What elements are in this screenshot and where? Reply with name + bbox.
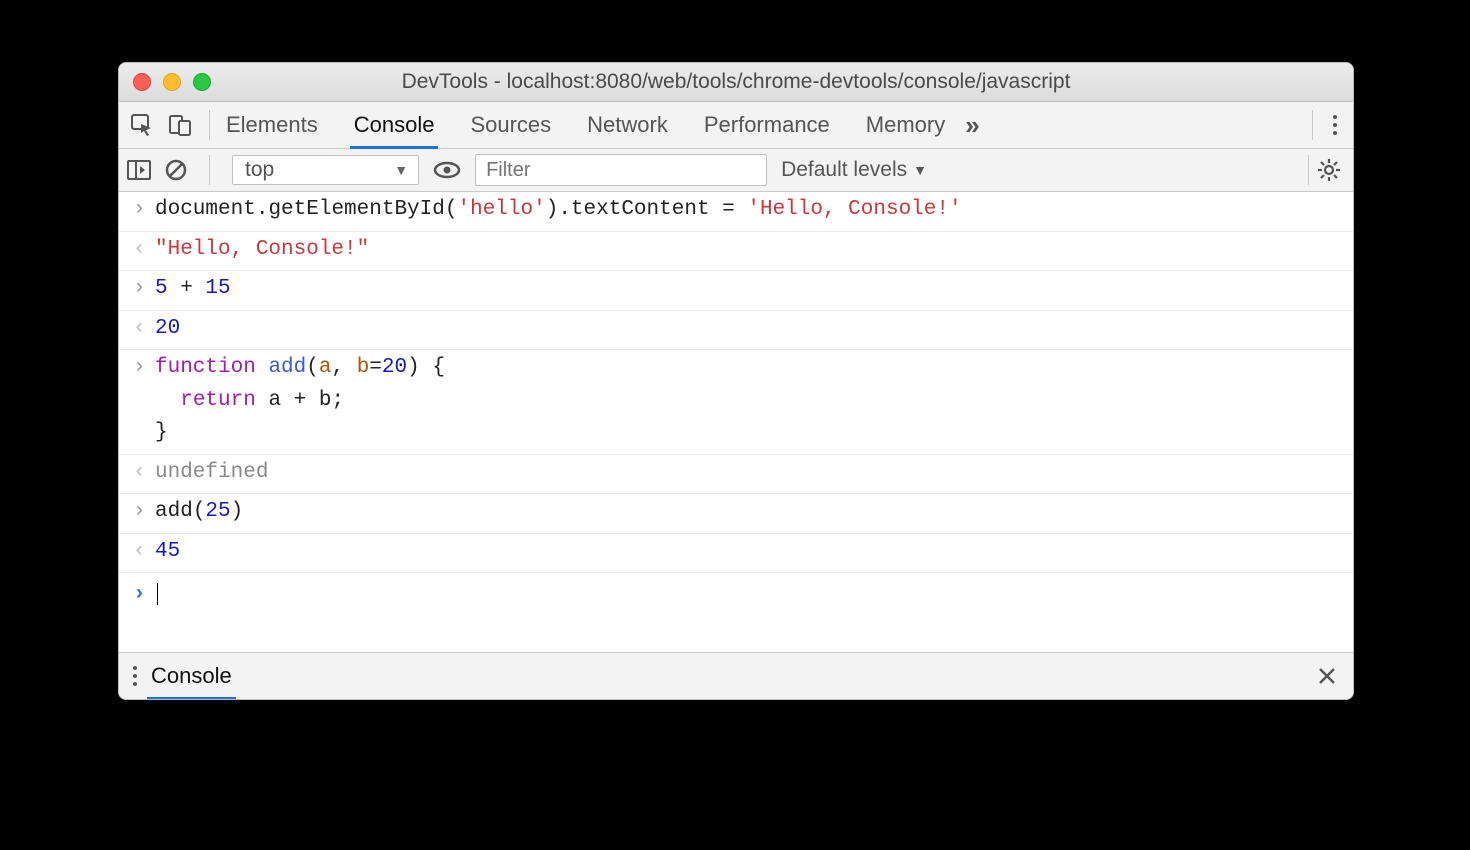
minimize-window-button[interactable] bbox=[163, 73, 181, 91]
tab-elements[interactable]: Elements bbox=[226, 102, 318, 148]
console-output-row: ‹20 bbox=[119, 311, 1353, 351]
zoom-window-button[interactable] bbox=[193, 73, 211, 91]
more-options-button[interactable] bbox=[1329, 111, 1341, 139]
tabs-overflow-button[interactable]: » bbox=[965, 110, 979, 141]
output-marker-icon: ‹ bbox=[133, 457, 155, 490]
console-input-row: ›document.getElementById('hello').textCo… bbox=[119, 192, 1353, 232]
close-drawer-icon[interactable] bbox=[1317, 666, 1343, 686]
code-content: 45 bbox=[155, 536, 180, 569]
divider bbox=[1312, 110, 1313, 140]
tab-label: Elements bbox=[226, 112, 318, 138]
console-output[interactable]: ›document.getElementById('hello').textCo… bbox=[119, 192, 1353, 652]
code-content: "Hello, Console!" bbox=[155, 234, 369, 267]
log-levels-label: Default levels bbox=[781, 158, 907, 182]
inspect-element-icon[interactable] bbox=[131, 114, 155, 136]
output-marker-icon: ‹ bbox=[133, 313, 155, 346]
prompt-marker-icon: › bbox=[133, 579, 155, 612]
console-output-row: ‹undefined bbox=[119, 455, 1353, 495]
device-toolbar-icon[interactable] bbox=[169, 114, 191, 136]
input-marker-icon: › bbox=[133, 496, 155, 529]
devtools-window: DevTools - localhost:8080/web/tools/chro… bbox=[118, 62, 1354, 700]
console-output-row: ‹"Hello, Console!" bbox=[119, 232, 1353, 272]
text-cursor bbox=[157, 583, 158, 605]
divider bbox=[209, 110, 210, 140]
console-prompt[interactable]: › bbox=[119, 573, 1353, 652]
drawer: Console bbox=[119, 652, 1353, 699]
dropdown-triangle-icon: ▼ bbox=[913, 162, 927, 178]
console-toolbar: top ▼ Default levels ▼ bbox=[119, 149, 1353, 192]
filter-input[interactable] bbox=[475, 154, 767, 186]
output-marker-icon: ‹ bbox=[133, 234, 155, 267]
tab-console[interactable]: Console bbox=[354, 102, 435, 148]
console-output-row: ‹45 bbox=[119, 534, 1353, 574]
close-window-button[interactable] bbox=[133, 73, 151, 91]
tab-label: Performance bbox=[704, 112, 830, 138]
code-content: undefined bbox=[155, 457, 268, 490]
main-tabbar: Elements Console Sources Network Performance… bbox=[119, 102, 1353, 149]
drawer-tab-console[interactable]: Console bbox=[151, 653, 232, 699]
console-input-row: ›add(25) bbox=[119, 494, 1353, 534]
clear-console-icon[interactable] bbox=[165, 159, 187, 181]
log-levels-select[interactable]: Default levels ▼ bbox=[781, 158, 927, 182]
execution-context-value: top bbox=[245, 158, 274, 182]
tab-label: Sources bbox=[470, 112, 551, 138]
tab-label: Memory bbox=[866, 112, 945, 138]
tab-memory[interactable]: Memory bbox=[866, 102, 945, 148]
input-marker-icon: › bbox=[133, 273, 155, 306]
tab-network[interactable]: Network bbox=[587, 102, 668, 148]
tab-label: Console bbox=[354, 112, 435, 138]
code-content: 5 + 15 bbox=[155, 273, 231, 306]
tab-performance[interactable]: Performance bbox=[704, 102, 830, 148]
divider bbox=[1308, 155, 1309, 185]
output-marker-icon: ‹ bbox=[133, 536, 155, 569]
dropdown-triangle-icon: ▼ bbox=[394, 162, 408, 178]
input-marker-icon: › bbox=[133, 352, 155, 450]
live-expression-icon[interactable] bbox=[433, 160, 461, 180]
drawer-more-button[interactable] bbox=[129, 662, 141, 690]
console-input-row: ›function add(a, b=20) { return a + b; } bbox=[119, 350, 1353, 455]
console-settings-icon[interactable] bbox=[1317, 158, 1341, 182]
console-input-row: ›5 + 15 bbox=[119, 271, 1353, 311]
tab-sources[interactable]: Sources bbox=[470, 102, 551, 148]
toggle-console-sidebar-icon[interactable] bbox=[127, 160, 151, 180]
main-tabs: Elements Console Sources Network Performance… bbox=[226, 102, 945, 148]
input-marker-icon: › bbox=[133, 194, 155, 227]
tab-label: Network bbox=[587, 112, 668, 138]
titlebar: DevTools - localhost:8080/web/tools/chro… bbox=[119, 63, 1353, 102]
code-content: function add(a, b=20) { return a + b; } bbox=[155, 352, 445, 450]
divider bbox=[209, 155, 210, 185]
execution-context-select[interactable]: top ▼ bbox=[232, 155, 419, 185]
prompt-input[interactable] bbox=[155, 579, 158, 612]
window-title: DevTools - localhost:8080/web/tools/chro… bbox=[119, 70, 1353, 94]
code-content: document.getElementById('hello').textCon… bbox=[155, 194, 962, 227]
code-content: add(25) bbox=[155, 496, 243, 529]
traffic-lights bbox=[133, 73, 211, 91]
drawer-tab-label: Console bbox=[151, 663, 232, 689]
code-content: 20 bbox=[155, 313, 180, 346]
